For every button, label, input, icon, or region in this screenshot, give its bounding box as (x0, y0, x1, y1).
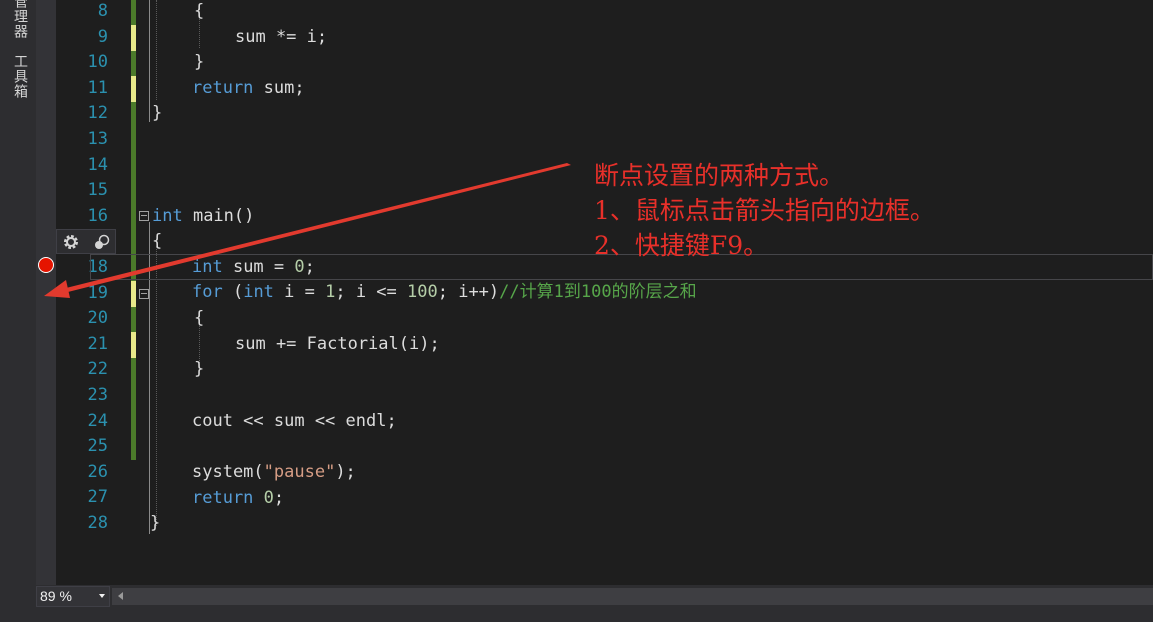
zoom-level-dropdown[interactable]: 89 % (36, 586, 110, 607)
annotation-line-1: 断点设置的两种方式。 (594, 161, 845, 190)
annotation-text: 断点设置的两种方式。 1、鼠标点击箭头指向的边框。 2、快捷键F9。 (594, 158, 935, 263)
annotation-arrow (44, 163, 571, 298)
chevron-down-icon[interactable] (99, 594, 105, 598)
annotation-line-2: 1、鼠标点击箭头指向的边框。 (594, 196, 935, 225)
zoom-level-value: 89 % (40, 588, 72, 604)
horizontal-scrollbar[interactable] (112, 588, 1153, 605)
annotation-line-3: 2、快捷键F9。 (594, 231, 769, 260)
scroll-left-arrow-icon[interactable] (118, 592, 123, 600)
